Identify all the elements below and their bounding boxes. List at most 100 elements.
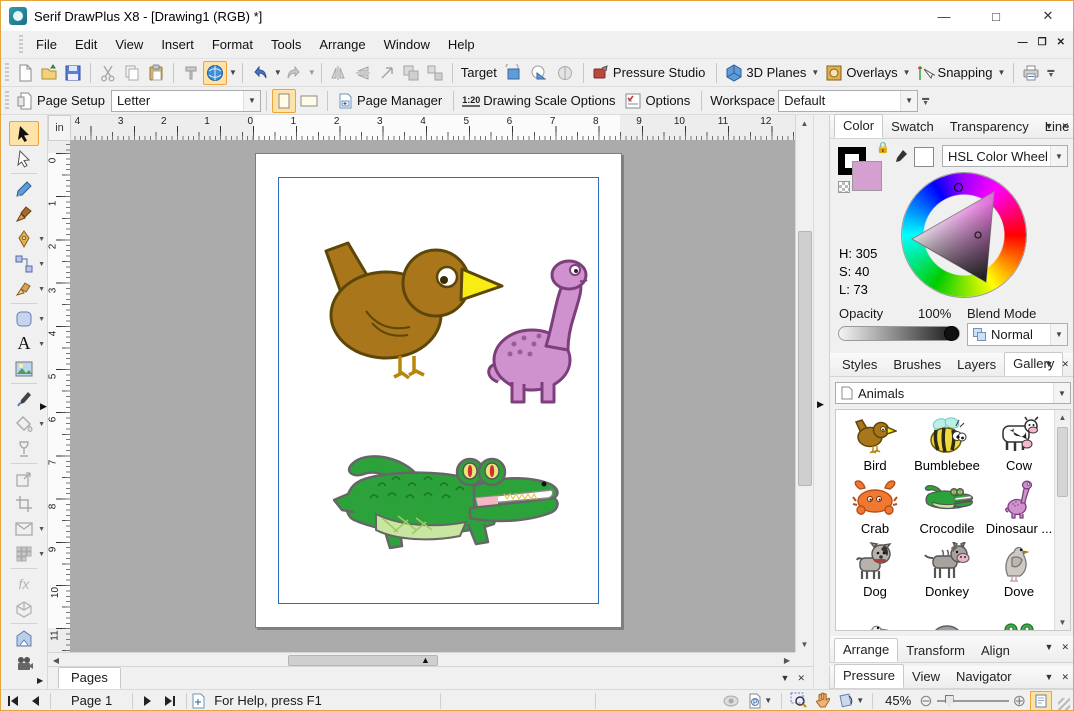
scroll-left-arrow[interactable]: ◀ bbox=[48, 653, 64, 667]
horizontal-ruler[interactable]: 43210123456789101112 bbox=[71, 115, 795, 141]
undo-caret[interactable]: ▼ bbox=[274, 68, 282, 77]
proof-preview-caret[interactable]: ▼ bbox=[764, 696, 772, 705]
3d-planes-caret[interactable]: ▼ bbox=[811, 68, 819, 77]
transparency-tool[interactable] bbox=[9, 436, 39, 461]
tools-expand-arrow[interactable]: ▶ bbox=[37, 676, 43, 685]
workspace-caret[interactable]: ▼ bbox=[900, 91, 917, 111]
panel-menu-caret[interactable]: ▼ bbox=[1045, 359, 1054, 370]
flood-fill-tool[interactable]: ▼ bbox=[9, 411, 39, 436]
dinosaur-drawing[interactable] bbox=[484, 254, 592, 409]
rotate-canvas-button[interactable] bbox=[203, 61, 227, 85]
toolbar-grip[interactable] bbox=[5, 63, 9, 82]
ruler-units-box[interactable]: in bbox=[48, 115, 71, 141]
panel-close-button[interactable]: ✕ bbox=[1061, 359, 1069, 370]
panel-menu-caret[interactable]: ▼ bbox=[1045, 672, 1054, 683]
scroll-up-arrow[interactable]: ▲ bbox=[796, 115, 813, 131]
menu-arrange[interactable]: Arrange bbox=[310, 33, 374, 56]
vertical-scroll-thumb[interactable] bbox=[798, 231, 812, 486]
rotate-view-caret[interactable]: ▼ bbox=[856, 696, 864, 705]
connector-tool[interactable]: ▼ bbox=[9, 251, 39, 276]
picture-tool[interactable] bbox=[9, 356, 39, 381]
zoom-slider-thumb[interactable] bbox=[945, 695, 954, 706]
saturation-lightness-triangle[interactable] bbox=[902, 173, 1026, 297]
panel-close-button[interactable]: ✕ bbox=[1061, 121, 1069, 132]
transparency-chip[interactable] bbox=[838, 181, 850, 193]
gallery-item-crocodile[interactable]: Crocodile bbox=[912, 477, 982, 536]
snapping-button[interactable]: Snapping ▼ bbox=[914, 61, 1009, 85]
format-painter-button[interactable] bbox=[179, 61, 203, 85]
scroll-up-arrow[interactable]: ▲ bbox=[1055, 410, 1070, 425]
3d-planes-button[interactable]: 3D Planes ▼ bbox=[722, 61, 822, 85]
gallery-item-dove[interactable]: Dove bbox=[984, 540, 1054, 599]
canvas-area[interactable] bbox=[71, 141, 795, 652]
zoom-out-icon[interactable]: ⊖ bbox=[919, 691, 932, 711]
tab-color[interactable]: Color bbox=[834, 114, 883, 138]
rotate-view-button[interactable]: ▼ bbox=[834, 691, 868, 711]
gallery-item-partial[interactable] bbox=[984, 606, 1054, 631]
opacity-slider[interactable] bbox=[838, 326, 960, 341]
tab-align[interactable]: Align bbox=[973, 640, 1018, 662]
pan-button[interactable] bbox=[810, 691, 834, 711]
left-panel-collapse-handle[interactable]: ▶ bbox=[40, 401, 47, 412]
panel-menu-caret[interactable]: ▼ bbox=[781, 673, 790, 684]
tab-transparency[interactable]: Transparency bbox=[942, 116, 1037, 138]
doc-minimize-button[interactable]: — bbox=[1018, 37, 1028, 48]
panel-menu-caret[interactable]: ▼ bbox=[1045, 642, 1054, 653]
insert-picture-tool[interactable] bbox=[9, 626, 39, 651]
target-line-button[interactable] bbox=[526, 61, 552, 85]
crocodile-drawing[interactable] bbox=[318, 442, 562, 557]
document-page[interactable] bbox=[255, 153, 622, 628]
ungroup-button[interactable] bbox=[423, 61, 447, 85]
overlays-caret[interactable]: ▼ bbox=[903, 68, 911, 77]
target-fill-button[interactable] bbox=[500, 61, 526, 85]
menu-help[interactable]: Help bbox=[439, 33, 484, 56]
tab-pages[interactable]: Pages bbox=[58, 667, 121, 689]
flip-vertical-button[interactable] bbox=[351, 61, 375, 85]
page-setup-button[interactable]: Page Setup bbox=[13, 89, 111, 113]
undo-button[interactable] bbox=[248, 61, 272, 85]
horizontal-scroll-thumb[interactable] bbox=[288, 655, 438, 666]
zoom-marquee-button[interactable] bbox=[786, 691, 810, 711]
paintbrush-tool[interactable] bbox=[9, 201, 39, 226]
fill-brush-tool[interactable]: ▼ bbox=[9, 276, 39, 301]
rotate-left-button[interactable] bbox=[375, 61, 399, 85]
menu-insert[interactable]: Insert bbox=[152, 33, 203, 56]
crop-tool[interactable] bbox=[9, 491, 39, 516]
node-tool[interactable] bbox=[9, 146, 39, 171]
toolbar-grip[interactable] bbox=[19, 35, 23, 54]
rotate-canvas-caret[interactable]: ▼ bbox=[229, 68, 237, 77]
tab-brushes[interactable]: Brushes bbox=[885, 354, 949, 376]
right-panel-collapse-handle[interactable]: ▶ bbox=[817, 399, 824, 410]
cut-button[interactable] bbox=[96, 61, 120, 85]
color-dropper-icon[interactable] bbox=[892, 149, 908, 165]
instant-3d-tool[interactable] bbox=[9, 596, 39, 621]
doc-restore-button[interactable]: ❐ bbox=[1038, 37, 1047, 48]
paper-size-combobox[interactable]: Letter ▼ bbox=[111, 90, 261, 112]
gallery-category-combobox[interactable]: Animals ▼ bbox=[835, 382, 1071, 404]
copy-button[interactable] bbox=[120, 61, 144, 85]
previous-page-button[interactable] bbox=[25, 696, 46, 706]
zoom-in-icon[interactable]: ⊕ bbox=[1013, 691, 1026, 711]
opacity-knob[interactable] bbox=[944, 326, 959, 341]
menu-tools[interactable]: Tools bbox=[262, 33, 310, 56]
save-button[interactable] bbox=[61, 61, 85, 85]
color-mode-caret[interactable]: ▼ bbox=[1050, 146, 1067, 166]
gallery-scroll-thumb[interactable] bbox=[1057, 427, 1068, 497]
paste-button[interactable] bbox=[144, 61, 168, 85]
gallery-item-partial[interactable] bbox=[912, 606, 982, 631]
vertical-scrollbar[interactable]: ▲ ▼ bbox=[795, 115, 813, 652]
last-page-button[interactable] bbox=[158, 696, 182, 706]
snapping-caret[interactable]: ▼ bbox=[997, 68, 1005, 77]
gallery-item-crab[interactable]: Crab bbox=[840, 477, 910, 536]
scroll-down-arrow[interactable]: ▼ bbox=[1055, 615, 1070, 630]
drawing-scale-button[interactable]: 1:20 Drawing Scale Options bbox=[459, 89, 621, 113]
gallery-item-bumblebee[interactable]: Bumblebee bbox=[912, 414, 982, 473]
menu-view[interactable]: View bbox=[106, 33, 152, 56]
menu-format[interactable]: Format bbox=[203, 33, 262, 56]
first-page-button[interactable] bbox=[1, 696, 25, 706]
lock-icon[interactable]: 🔒 bbox=[876, 141, 890, 154]
minimize-button[interactable]: — bbox=[929, 5, 959, 27]
toolbar-overflow-button[interactable]: ▬▼ bbox=[922, 96, 929, 106]
pencil-tool[interactable] bbox=[9, 176, 39, 201]
pages-splitter-handle[interactable]: ▲ bbox=[421, 655, 430, 665]
